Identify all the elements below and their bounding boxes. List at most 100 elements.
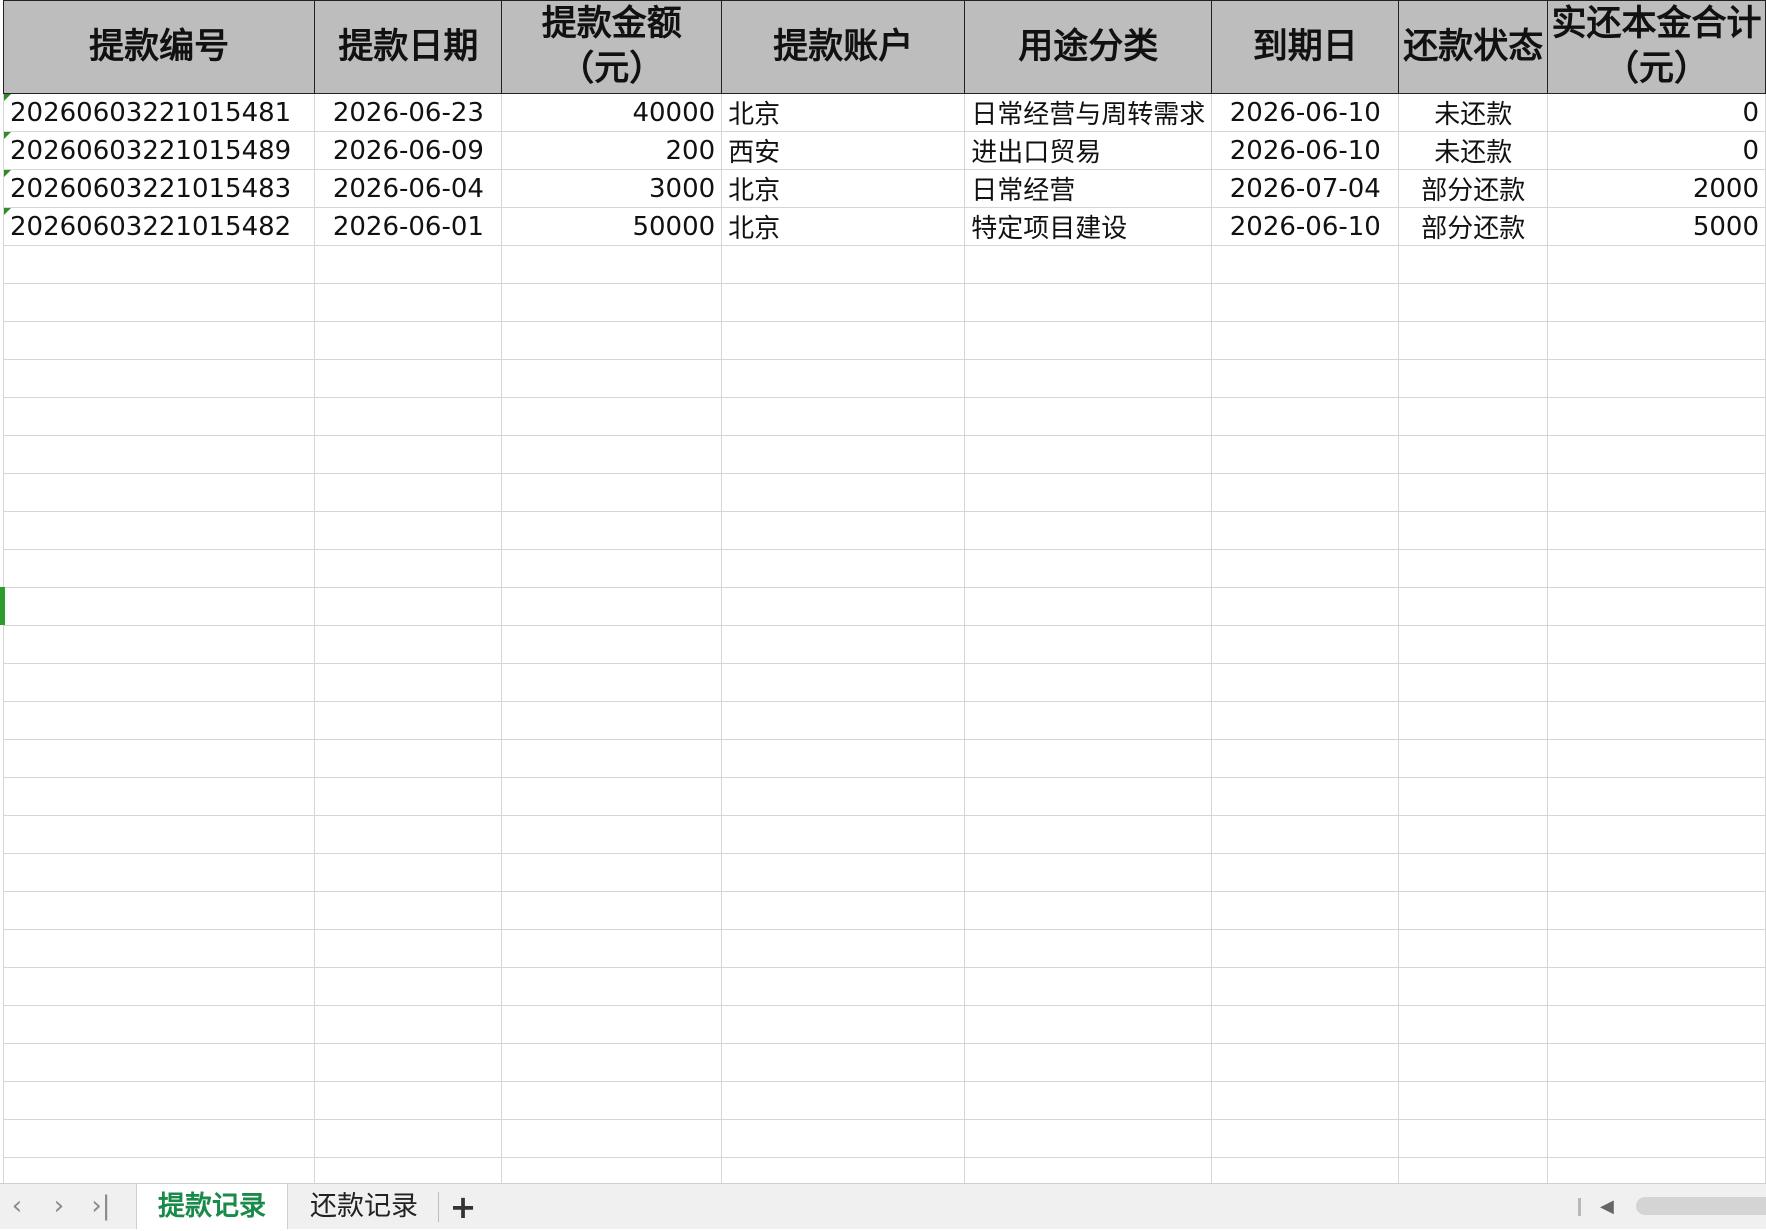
empty-cell[interactable] [964, 1119, 1213, 1158]
empty-cell[interactable] [1398, 511, 1549, 550]
empty-cell[interactable] [721, 549, 966, 588]
header-repaid-principal-total[interactable]: 实还本金合计 （元） [1547, 0, 1766, 94]
cell-drawdown-date[interactable]: 2026-06-01 [314, 207, 503, 246]
empty-cell[interactable] [314, 663, 503, 702]
empty-cell[interactable] [1547, 929, 1766, 968]
cell-drawdown-amount[interactable]: 50000 [501, 207, 723, 246]
cell-repaid-principal-total[interactable]: 0 [1547, 131, 1766, 170]
empty-cell[interactable] [1211, 1043, 1400, 1082]
empty-cell[interactable] [501, 891, 723, 930]
cell-drawdown-account[interactable]: 北京 [721, 93, 966, 132]
horizontal-scrollbar[interactable] [1636, 1197, 1766, 1215]
empty-cell[interactable] [1398, 587, 1549, 626]
empty-cell[interactable] [721, 397, 966, 436]
empty-cell[interactable] [1211, 853, 1400, 892]
empty-cell[interactable] [501, 549, 723, 588]
empty-cell[interactable] [2, 359, 316, 398]
empty-cell[interactable] [721, 587, 966, 626]
empty-cell[interactable] [1398, 891, 1549, 930]
cell-drawdown-date[interactable]: 2026-06-04 [314, 169, 503, 208]
empty-cell[interactable] [721, 929, 966, 968]
empty-cell[interactable] [1211, 473, 1400, 512]
prev-sheet-icon[interactable]: ‹ [0, 1184, 34, 1229]
empty-cell[interactable] [721, 701, 966, 740]
cell-repayment-status[interactable]: 未还款 [1398, 93, 1549, 132]
empty-cell[interactable] [964, 283, 1213, 322]
header-drawdown-account[interactable]: 提款账户 [721, 0, 966, 94]
empty-cell[interactable] [964, 663, 1213, 702]
empty-cell[interactable] [721, 815, 966, 854]
empty-cell[interactable] [1211, 663, 1400, 702]
empty-cell[interactable] [501, 929, 723, 968]
header-drawdown-date[interactable]: 提款日期 [314, 0, 503, 94]
empty-cell[interactable] [501, 587, 723, 626]
cell-due-date[interactable]: 2026-07-04 [1211, 169, 1400, 208]
empty-cell[interactable] [314, 1157, 503, 1183]
empty-cell[interactable] [501, 397, 723, 436]
empty-cell[interactable] [1211, 967, 1400, 1006]
empty-cell[interactable] [721, 245, 966, 284]
empty-cell[interactable] [1398, 815, 1549, 854]
empty-cell[interactable] [1398, 473, 1549, 512]
empty-cell[interactable] [964, 1043, 1213, 1082]
empty-cell[interactable] [314, 245, 503, 284]
empty-cell[interactable] [501, 777, 723, 816]
empty-cell[interactable] [2, 777, 316, 816]
empty-cell[interactable] [721, 473, 966, 512]
tab-drawdown-records[interactable]: 提款记录 [136, 1184, 288, 1229]
empty-cell[interactable] [2, 739, 316, 778]
empty-cell[interactable] [1211, 549, 1400, 588]
empty-cell[interactable] [1547, 777, 1766, 816]
empty-cell[interactable] [721, 625, 966, 664]
empty-cell[interactable] [1547, 549, 1766, 588]
empty-cell[interactable] [1547, 739, 1766, 778]
empty-cell[interactable] [501, 1081, 723, 1120]
empty-cell[interactable] [1398, 397, 1549, 436]
empty-cell[interactable] [1547, 359, 1766, 398]
empty-cell[interactable] [2, 891, 316, 930]
empty-cell[interactable] [721, 853, 966, 892]
empty-cell[interactable] [2, 511, 316, 550]
empty-cell[interactable] [1547, 321, 1766, 360]
empty-cell[interactable] [1398, 549, 1549, 588]
empty-cell[interactable] [964, 701, 1213, 740]
empty-cell[interactable] [1398, 1005, 1549, 1044]
empty-cell[interactable] [2, 321, 316, 360]
empty-cell[interactable] [501, 739, 723, 778]
empty-cell[interactable] [314, 283, 503, 322]
empty-cell[interactable] [314, 1119, 503, 1158]
empty-cell[interactable] [721, 359, 966, 398]
empty-cell[interactable] [501, 1157, 723, 1183]
empty-cell[interactable] [2, 1005, 316, 1044]
cell-purpose-category[interactable]: 日常经营与周转需求 [964, 93, 1213, 132]
empty-cell[interactable] [2, 929, 316, 968]
empty-cell[interactable] [1547, 435, 1766, 474]
empty-cell[interactable] [721, 283, 966, 322]
empty-cell[interactable] [1211, 701, 1400, 740]
empty-cell[interactable] [721, 1005, 966, 1044]
empty-cell[interactable] [2, 1043, 316, 1082]
empty-cell[interactable] [314, 815, 503, 854]
empty-cell[interactable] [314, 853, 503, 892]
empty-cell[interactable] [501, 663, 723, 702]
empty-cell[interactable] [501, 283, 723, 322]
empty-cell[interactable] [1211, 511, 1400, 550]
cell-drawdown-amount[interactable]: 3000 [501, 169, 723, 208]
cell-drawdown-id[interactable]: 20260603221015481 [2, 93, 316, 132]
empty-cell[interactable] [964, 587, 1213, 626]
cell-repaid-principal-total[interactable]: 2000 [1547, 169, 1766, 208]
empty-cell[interactable] [314, 397, 503, 436]
cell-due-date[interactable]: 2026-06-10 [1211, 131, 1400, 170]
empty-cell[interactable] [501, 473, 723, 512]
empty-cell[interactable] [1398, 777, 1549, 816]
empty-cell[interactable] [2, 587, 316, 626]
cell-repayment-status[interactable]: 未还款 [1398, 131, 1549, 170]
cell-purpose-category[interactable]: 进出口贸易 [964, 131, 1213, 170]
empty-cell[interactable] [1211, 283, 1400, 322]
empty-cell[interactable] [1547, 1043, 1766, 1082]
empty-cell[interactable] [2, 435, 316, 474]
empty-cell[interactable] [1398, 663, 1549, 702]
empty-cell[interactable] [501, 1005, 723, 1044]
empty-cell[interactable] [721, 1081, 966, 1120]
empty-cell[interactable] [501, 321, 723, 360]
